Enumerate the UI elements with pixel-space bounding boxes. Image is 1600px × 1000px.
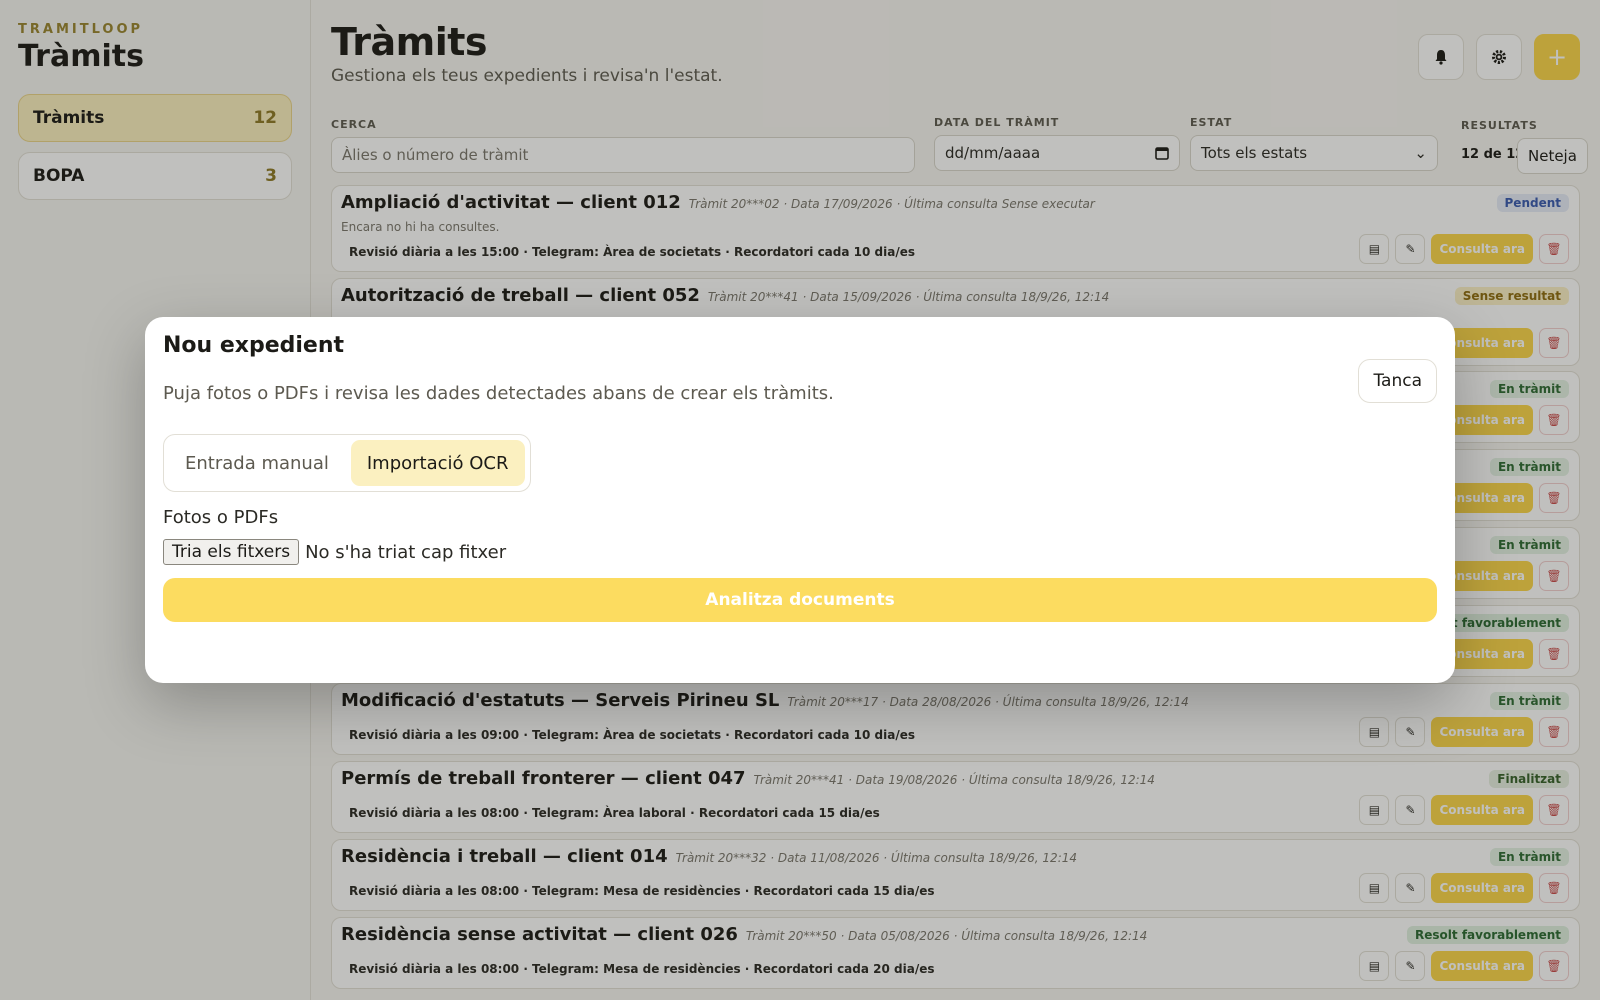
file-status: No s'ha triat cap fitxer (305, 541, 507, 563)
tab-ocr-import[interactable]: Importació OCR (350, 440, 525, 486)
files-label: Fotos o PDFs (163, 507, 279, 528)
new-expedient-modal: Nou expedient Tanca Puja fotos o PDFs i … (145, 317, 1455, 683)
modal-subtitle: Puja fotos o PDFs i revisa les dades det… (163, 383, 834, 404)
file-input: Tria els fitxers No s'ha triat cap fitxe… (163, 539, 506, 565)
modal-title: Nou expedient (163, 333, 345, 358)
modal-tabs: Entrada manual Importació OCR (163, 434, 531, 492)
choose-files-button[interactable]: Tria els fitxers (163, 539, 300, 565)
analyze-documents-button[interactable]: Analitza documents (163, 578, 1437, 622)
close-button[interactable]: Tanca (1358, 359, 1437, 403)
tab-manual-entry[interactable]: Entrada manual (169, 440, 345, 486)
